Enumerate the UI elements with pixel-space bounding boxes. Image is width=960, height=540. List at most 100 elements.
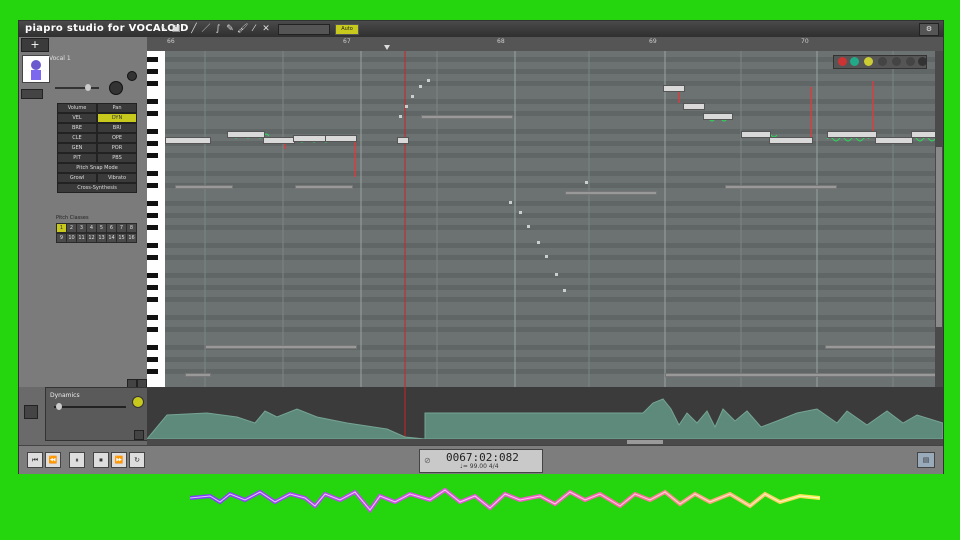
note[interactable] [703, 113, 733, 120]
fast-forward-icon[interactable]: ⏩ [111, 452, 127, 468]
piano-keys [147, 57, 158, 374]
cross-synthesis-button[interactable]: Cross-Synthesis [57, 183, 137, 193]
auto-button[interactable]: Auto [335, 24, 359, 35]
speaker-icon[interactable] [864, 57, 873, 66]
note[interactable] [769, 137, 813, 144]
note[interactable] [293, 135, 327, 142]
tempo-readout: ♩= 99.00 4/4 [460, 463, 499, 470]
dynamics-add-button[interactable] [132, 396, 144, 408]
pitch-classes-label: Pitch Classes [56, 215, 89, 221]
title-bar: piapro studio for VOCALOID ↖ ▣ ╱ ／ ∫ ✎ 🖌… [19, 21, 943, 37]
pencil-tool-icon[interactable]: ╱ [189, 24, 199, 34]
vertical-scroll-thumb[interactable] [936, 147, 942, 327]
param-bri-button[interactable]: BRI [97, 123, 137, 133]
timeline-ruler[interactable]: 66 67 68 69 70 [147, 37, 943, 52]
param-volume-button[interactable]: Volume [57, 103, 97, 113]
knife-tool-icon[interactable]: ⁄ [249, 24, 259, 34]
mute-icon[interactable] [878, 57, 887, 66]
piano-roll-grid [165, 51, 935, 387]
param-ope-button[interactable]: OPE [97, 133, 137, 143]
more-icon[interactable] [918, 57, 927, 66]
note[interactable] [741, 131, 771, 138]
note[interactable] [165, 137, 211, 144]
param-cle-button[interactable]: CLE [57, 133, 97, 143]
param-dyn-button[interactable]: DYN [97, 113, 137, 123]
dynamics-curve [147, 387, 943, 439]
link-icon[interactable] [127, 71, 137, 81]
audio-waveform [190, 487, 820, 514]
ghost-note [565, 191, 657, 195]
solo-icon[interactable] [892, 57, 901, 66]
rewind-to-start-icon[interactable]: ⏮ [27, 452, 43, 468]
dynamics-slider-thumb[interactable] [56, 403, 62, 410]
transport-bar: ⏮ ⏪ ⏸ ⏹ ⏩ ↻ ⊘ 0067:02:082 ♩= 99.00 4/4 ▤ [19, 445, 943, 474]
editor-icon-bar [833, 55, 927, 69]
ghost-note [185, 373, 211, 377]
param-vel-button[interactable]: VEL [57, 113, 97, 123]
piapro-studio-window: piapro studio for VOCALOID ↖ ▣ ╱ ／ ∫ ✎ 🖌… [18, 20, 944, 474]
link-icon[interactable] [850, 57, 859, 66]
record-icon[interactable] [838, 57, 847, 66]
dynamics-graph[interactable] [147, 387, 943, 439]
singer-avatar[interactable] [22, 55, 50, 83]
ghost-note [295, 185, 353, 189]
stop-icon[interactable]: ⏹ [93, 452, 109, 468]
close-tool-icon[interactable]: ✕ [261, 24, 271, 34]
note[interactable] [263, 137, 295, 144]
ghost-note [665, 373, 935, 377]
pitch-class-cell[interactable]: 16 [126, 233, 137, 243]
track-panel: + Vocal 1 Volume Pan VEL DYN BRE BRI CLE… [19, 37, 147, 389]
pitch-class-cell[interactable]: 8 [126, 223, 137, 233]
note[interactable] [397, 137, 409, 144]
note[interactable] [911, 131, 935, 138]
curve-tool-icon[interactable]: ∫ [213, 24, 223, 34]
piano-keyboard[interactable] [147, 51, 165, 387]
note[interactable] [227, 131, 265, 138]
snap-select[interactable] [278, 24, 330, 35]
ghost-note [725, 185, 837, 189]
volume-slider-thumb[interactable] [85, 84, 91, 91]
eraser-tool-icon[interactable]: ✎ [225, 24, 235, 34]
metronome-icon[interactable]: ⊘ [424, 456, 431, 465]
vibrato-button[interactable]: Vibrato [97, 173, 137, 183]
mixer-icon[interactable]: ▤ [917, 452, 935, 468]
playhead-marker-icon [384, 45, 390, 50]
param-pbs-button[interactable]: PBS [97, 153, 137, 163]
horizontal-scroll-thumb[interactable] [627, 440, 663, 444]
note[interactable] [325, 135, 357, 142]
pitch-snap-mode-button[interactable]: Pitch Snap Mode [57, 163, 137, 173]
param-por-button[interactable]: POR [97, 143, 137, 153]
loop-icon[interactable]: ↻ [129, 452, 145, 468]
line-tool-icon[interactable]: ／ [201, 24, 211, 34]
param-pan-button[interactable]: Pan [97, 103, 137, 113]
pan-knob[interactable] [109, 81, 123, 95]
param-gen-button[interactable]: GEN [57, 143, 97, 153]
dynamics-menu-button[interactable] [134, 430, 144, 440]
dynamics-label: Dynamics [50, 392, 80, 399]
dynamics-slider[interactable] [54, 406, 126, 408]
pause-icon[interactable]: ⏸ [69, 452, 85, 468]
dynamics-panel: Dynamics [45, 387, 149, 441]
tools-icon[interactable] [906, 57, 915, 66]
track-name: Vocal 1 [49, 55, 71, 62]
parameter-toggle[interactable] [24, 405, 38, 419]
note[interactable] [875, 137, 913, 144]
param-pit-button[interactable]: PIT [57, 153, 97, 163]
vertical-scrollbar[interactable] [935, 51, 943, 387]
pointer-tool-icon[interactable]: ↖ [159, 24, 169, 34]
growl-button[interactable]: Growl [57, 173, 97, 183]
note[interactable] [683, 103, 705, 110]
note[interactable] [663, 85, 685, 92]
ghost-note [205, 345, 357, 349]
track-menu-button[interactable] [21, 89, 43, 99]
note[interactable] [827, 131, 877, 138]
piano-roll-editor[interactable] [165, 51, 935, 387]
ghost-note [175, 185, 233, 189]
brush-tool-icon[interactable]: 🖌 [237, 24, 248, 34]
settings-button[interactable]: ⚙ [919, 23, 939, 36]
rewind-icon[interactable]: ⏪ [45, 452, 61, 468]
add-track-button[interactable]: + [21, 38, 49, 52]
param-bre-button[interactable]: BRE [57, 123, 97, 133]
select-tool-icon[interactable]: ▣ [171, 24, 181, 34]
volume-slider[interactable] [55, 87, 99, 89]
